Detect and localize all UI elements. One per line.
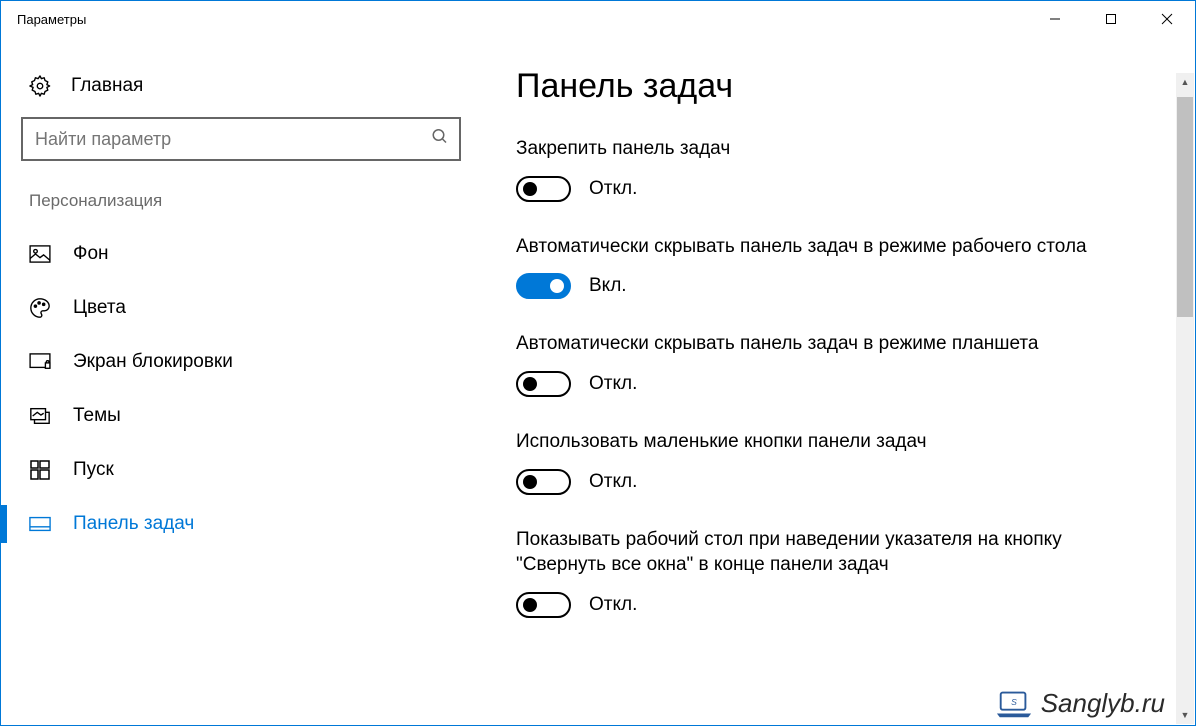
themes-icon xyxy=(29,405,51,427)
setting-peek-desktop: Показывать рабочий стол при наведении ук… xyxy=(516,527,1165,618)
picture-icon xyxy=(29,243,51,265)
scroll-down-arrow[interactable]: ▼ xyxy=(1176,706,1194,724)
scrollbar-thumb[interactable] xyxy=(1177,97,1193,317)
content-area: Панель задач Закрепить панель задач Откл… xyxy=(476,37,1195,725)
toggle-knob xyxy=(523,475,537,489)
toggle-switch[interactable] xyxy=(516,371,571,397)
settings-window: Параметры Главная xyxy=(0,0,1196,726)
window-title: Параметры xyxy=(17,12,86,27)
toggle-state: Откл. xyxy=(589,178,637,200)
gear-icon xyxy=(29,75,51,97)
maximize-button[interactable] xyxy=(1083,1,1139,37)
setting-label: Закрепить панель задач xyxy=(516,136,1136,162)
taskbar-icon xyxy=(29,513,51,535)
sidebar-item-label: Темы xyxy=(73,405,121,427)
search-wrap xyxy=(21,117,461,161)
toggle-switch[interactable] xyxy=(516,469,571,495)
svg-text:S: S xyxy=(1011,696,1017,706)
toggle-row: Откл. xyxy=(516,371,1165,397)
toggle-switch[interactable] xyxy=(516,592,571,618)
sidebar-item-label: Цвета xyxy=(73,297,126,319)
sidebar: Главная Персонализация Фон Цвета xyxy=(1,37,476,725)
sidebar-item-taskbar[interactable]: Панель задач xyxy=(21,497,476,551)
sidebar-item-themes[interactable]: Темы xyxy=(21,389,476,443)
close-button[interactable] xyxy=(1139,1,1195,37)
setting-label: Показывать рабочий стол при наведении ук… xyxy=(516,527,1136,578)
setting-label: Автоматически скрывать панель задач в ре… xyxy=(516,331,1136,357)
toggle-row: Откл. xyxy=(516,469,1165,495)
toggle-knob xyxy=(523,182,537,196)
section-label: Персонализация xyxy=(29,191,476,211)
sidebar-item-colors[interactable]: Цвета xyxy=(21,281,476,335)
sidebar-item-label: Пуск xyxy=(73,459,114,481)
laptop-icon: S xyxy=(995,689,1033,719)
minimize-icon xyxy=(1049,13,1061,25)
sidebar-item-start[interactable]: Пуск xyxy=(21,443,476,497)
sidebar-item-label: Экран блокировки xyxy=(73,351,233,373)
setting-small-buttons: Использовать маленькие кнопки панели зад… xyxy=(516,429,1165,495)
toggle-knob xyxy=(523,377,537,391)
home-nav[interactable]: Главная xyxy=(21,67,476,117)
toggle-state: Откл. xyxy=(589,471,637,493)
lockscreen-icon xyxy=(29,351,51,373)
toggle-row: Вкл. xyxy=(516,273,1165,299)
toggle-switch[interactable] xyxy=(516,176,571,202)
toggle-row: Откл. xyxy=(516,176,1165,202)
window-body: Главная Персонализация Фон Цвета xyxy=(1,37,1195,725)
toggle-state: Откл. xyxy=(589,594,637,616)
setting-autohide-desktop: Автоматически скрывать панель задач в ре… xyxy=(516,234,1165,300)
start-icon xyxy=(29,459,51,481)
setting-label: Автоматически скрывать панель задач в ре… xyxy=(516,234,1136,260)
scrollbar[interactable]: ▲ ▼ xyxy=(1176,73,1194,724)
setting-label: Использовать маленькие кнопки панели зад… xyxy=(516,429,1136,455)
palette-icon xyxy=(29,297,51,319)
toggle-knob xyxy=(523,598,537,612)
setting-lock-taskbar: Закрепить панель задач Откл. xyxy=(516,136,1165,202)
toggle-state: Откл. xyxy=(589,373,637,395)
watermark: S Sanglyb.ru xyxy=(995,688,1165,719)
sidebar-item-background[interactable]: Фон xyxy=(21,227,476,281)
titlebar: Параметры xyxy=(1,1,1195,37)
maximize-icon xyxy=(1105,13,1117,25)
window-controls xyxy=(1027,1,1195,37)
page-title: Панель задач xyxy=(516,67,1165,106)
toggle-knob xyxy=(550,279,564,293)
toggle-switch[interactable] xyxy=(516,273,571,299)
toggle-state: Вкл. xyxy=(589,275,627,297)
setting-autohide-tablet: Автоматически скрывать панель задач в ре… xyxy=(516,331,1165,397)
sidebar-item-lockscreen[interactable]: Экран блокировки xyxy=(21,335,476,389)
scroll-up-arrow[interactable]: ▲ xyxy=(1176,73,1194,91)
sidebar-item-label: Панель задач xyxy=(73,513,194,535)
sidebar-item-label: Фон xyxy=(73,243,109,265)
watermark-text: Sanglyb.ru xyxy=(1041,688,1165,719)
close-icon xyxy=(1161,13,1173,25)
home-label: Главная xyxy=(71,75,143,97)
search-icon xyxy=(431,128,449,151)
minimize-button[interactable] xyxy=(1027,1,1083,37)
search-input[interactable] xyxy=(21,117,461,161)
toggle-row: Откл. xyxy=(516,592,1165,618)
